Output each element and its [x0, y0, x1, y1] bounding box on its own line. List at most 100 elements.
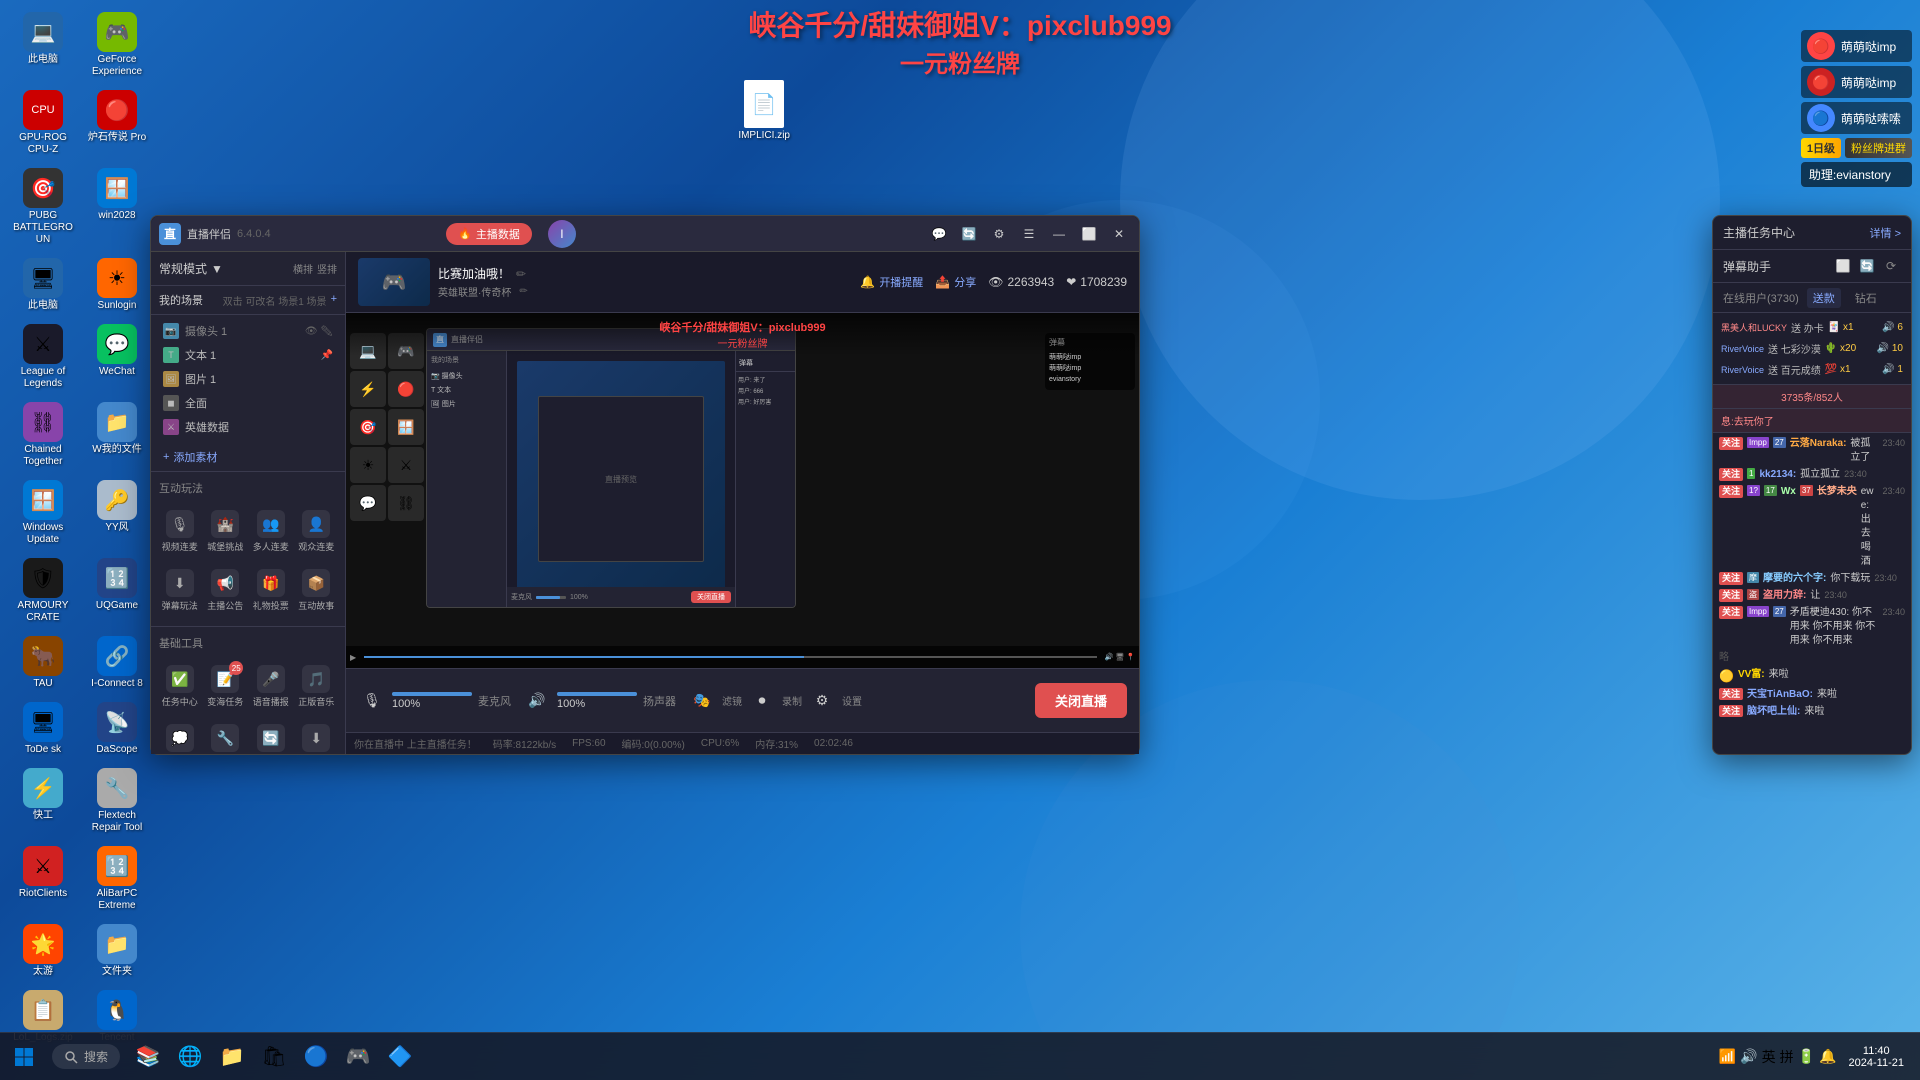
interaction-gift-vote[interactable]: 🎁 礼物投票 — [250, 563, 292, 618]
mic-icon-btn[interactable]: 🎙 — [358, 687, 386, 715]
taskbar-icon-explorer[interactable]: 📁 — [212, 1037, 252, 1077]
go-live-btn[interactable]: 关闭直播 — [1035, 683, 1127, 718]
source-hero[interactable]: ⚔ 英雄数据 — [151, 415, 345, 439]
desktop-icon-riotclient[interactable]: ⚔ RiotClients — [8, 842, 78, 916]
settings-icon-btn[interactable]: ⚙ — [987, 222, 1011, 246]
input-method-icon[interactable]: 拼 — [1780, 1047, 1794, 1067]
desktop-icon-taiyou[interactable]: 🌟 太游 — [8, 920, 78, 982]
desktop-icon-iconnect8[interactable]: 🔗 I-Connect 8 — [82, 632, 152, 694]
share-btn[interactable]: 分享 — [954, 274, 976, 290]
mic-volume-slider[interactable] — [392, 692, 472, 696]
app-avatar[interactable]: I — [548, 220, 576, 248]
interaction-multi-link[interactable]: 👥 多人连麦 — [250, 504, 292, 559]
desktop-icon-armoury[interactable]: 🛡 ARMOURY CRATE — [8, 554, 78, 628]
desktop-icon-taur[interactable]: 🐂 TAU — [8, 632, 78, 694]
desktop-icon-chained[interactable]: ⛓ Chained Together — [8, 398, 78, 472]
filter-btn[interactable]: 🎭 — [688, 687, 716, 715]
tool-voice[interactable]: 🎤 语音播报 — [250, 659, 292, 714]
tool-magic[interactable]: 🔧 魔兽手管 — [205, 718, 247, 754]
live-data-btn[interactable]: 🔥 主播数据 — [446, 223, 532, 245]
desktop-icon-alibabapc[interactable]: 🔢 AliBarPC Extreme — [82, 842, 152, 916]
taskbar-icon-chrome[interactable]: 🔵 — [296, 1037, 336, 1077]
desktop-icon-myfile[interactable]: 📁 W我的文件 — [82, 398, 152, 472]
interaction-video-link[interactable]: 🎙 视频连麦 — [159, 504, 201, 559]
interaction-audience[interactable]: 👤 观众连麦 — [296, 504, 338, 559]
taskbar-icon-app[interactable]: 🔷 — [380, 1037, 420, 1077]
keyboard-icon[interactable]: 英 — [1762, 1047, 1776, 1067]
desktop-icon-pc[interactable]: 💻 此电脑 — [8, 8, 78, 82]
grid-view-btn[interactable]: 横排 — [293, 261, 313, 276]
desktop-icon-pubg[interactable]: 🎯 PUBG BATTLEGROUN — [8, 164, 78, 250]
edit-meta-icon[interactable]: ✏ — [519, 286, 527, 297]
gift-items: 黑美人和LUCKY 送 办卡 🃏 x1 🔊 6 RiverVoice 送 七彩沙… — [1713, 313, 1911, 385]
desktop-icon-win[interactable]: 🪟 win2028 — [82, 164, 152, 250]
desktop-icon-rog[interactable]: 🔴 炉石传说 Pro — [82, 86, 152, 160]
desktop-icon-cpuz[interactable]: CPU GPU-ROG CPU-Z — [8, 86, 78, 160]
tool-scene-switch[interactable]: 🔄 场景切换 — [250, 718, 292, 754]
speaker-icon-btn[interactable]: 🔊 — [523, 687, 551, 715]
tool-danmu-show[interactable]: 💭 弹幕秀 — [159, 718, 201, 754]
battery-tray-icon[interactable]: 🔋 — [1798, 1048, 1815, 1065]
source-image[interactable]: 🖼 图片 1 — [151, 367, 345, 391]
taskbar-icon-edge[interactable]: 🌐 — [170, 1037, 210, 1077]
interaction-danmu[interactable]: ⬇ 弹幕玩法 — [159, 563, 201, 618]
close-btn[interactable]: ✕ — [1107, 222, 1131, 246]
taskbar-icon-recent[interactable]: 📚 — [128, 1037, 168, 1077]
helper-icon-3[interactable]: ⟳ — [1881, 256, 1901, 276]
maximize-btn[interactable]: ⬜ — [1077, 222, 1101, 246]
interaction-castle[interactable]: 🏰 城堡挑战 — [205, 504, 247, 559]
volume-tray-icon[interactable]: 🔊 — [1740, 1048, 1757, 1065]
desktop-icon-quicktools[interactable]: ⚡ 快工 — [8, 764, 78, 838]
add-scene-btn[interactable]: + — [331, 293, 337, 308]
desktop-icon-flextech[interactable]: 🔧 Flextech Repair Tool — [82, 764, 152, 838]
desktop-icon-geforce[interactable]: 🎮 GeForce Experience — [82, 8, 152, 82]
refresh-icon-btn[interactable]: 🔄 — [957, 222, 981, 246]
badge-25: 25 — [229, 661, 243, 675]
tool-sea-task[interactable]: 📝 25 变海任务 — [205, 659, 247, 714]
taskbar-icon-game[interactable]: 🎮 — [338, 1037, 378, 1077]
source-text[interactable]: T 文本 1 📌 — [151, 343, 345, 367]
sidebar-mode[interactable]: 常规模式 ▼ — [159, 260, 223, 277]
desktop-icon-pc2[interactable]: 🖥 此电脑 — [8, 254, 78, 316]
desktop-file-icon[interactable]: 📄 IMPLICI.zip — [738, 80, 790, 141]
taskbar-search[interactable]: 搜索 — [52, 1044, 120, 1069]
desktop-icon-windowsupdate[interactable]: 🪟 Windows Update — [8, 476, 78, 550]
tool-task-center[interactable]: ✅ 任务中心 — [159, 659, 201, 714]
tab-send-btn[interactable]: 送款 — [1807, 288, 1841, 308]
desktop-icon-wechat[interactable]: 💬 WeChat — [82, 320, 152, 394]
desktop-icon-uq[interactable]: 🔢 UQGame — [82, 554, 152, 628]
desktop-icon-yyf[interactable]: 🔑 YY风 — [82, 476, 152, 550]
helper-icon-2[interactable]: 🔄 — [1857, 256, 1877, 276]
chat-icon-btn[interactable]: 💬 — [927, 222, 951, 246]
desktop-icon-sunlogin[interactable]: ☀ Sunlogin — [82, 254, 152, 316]
list-view-btn[interactable]: 竖排 — [317, 261, 337, 276]
desktop-icon-folder[interactable]: 📁 文件夹 — [82, 920, 152, 982]
start-broadcast-btn[interactable]: 开播提醒 — [879, 274, 923, 290]
desktop-icon-todesk[interactable]: 🖥 ToDe sk — [8, 698, 78, 760]
minimize-btn[interactable]: — — [1047, 222, 1071, 246]
danmu-detail-btn[interactable]: 详情 > — [1870, 225, 1901, 241]
tool-end-stream[interactable]: ⬇ 下播谢谢 — [296, 718, 338, 754]
source-all[interactable]: ◼ 全面 — [151, 391, 345, 415]
start-button[interactable] — [0, 1033, 48, 1080]
tab-diamond-btn[interactable]: 钻石 — [1849, 288, 1883, 308]
edit-title-icon[interactable]: ✏ — [516, 267, 526, 281]
settings-btn[interactable]: ⚙ — [808, 687, 836, 715]
interaction-story[interactable]: 📦 互动故事 — [296, 563, 338, 618]
taskbar-icon-store[interactable]: 🛍 — [254, 1037, 294, 1077]
record-btn[interactable]: ⏺ — [748, 687, 776, 715]
nested-go-live-btn[interactable]: 关闭直播 — [691, 591, 731, 603]
notification-icon[interactable]: 🔔 — [1819, 1048, 1836, 1065]
source-camera[interactable]: 📷 摄像头 1 👁 ✏ — [151, 319, 345, 343]
special-msg: 息:去玩你了 — [1721, 417, 1774, 428]
desktop-icon-lol[interactable]: ⚔ League of Legends — [8, 320, 78, 394]
speaker-volume-slider[interactable] — [557, 692, 637, 696]
network-tray-icon[interactable]: 📶 — [1719, 1048, 1736, 1065]
taskbar-time[interactable]: 11:40 2024-11-21 — [1841, 1045, 1912, 1069]
add-material-btn[interactable]: + 添加素材 — [151, 443, 345, 471]
menu-icon-btn[interactable]: ☰ — [1017, 222, 1041, 246]
desktop-icon-dascope[interactable]: 📡 DaScope — [82, 698, 152, 760]
helper-icon-1[interactable]: ⬜ — [1833, 256, 1853, 276]
tool-music[interactable]: 🎵 正版音乐 — [296, 659, 338, 714]
interaction-announce[interactable]: 📢 主播公告 — [205, 563, 247, 618]
